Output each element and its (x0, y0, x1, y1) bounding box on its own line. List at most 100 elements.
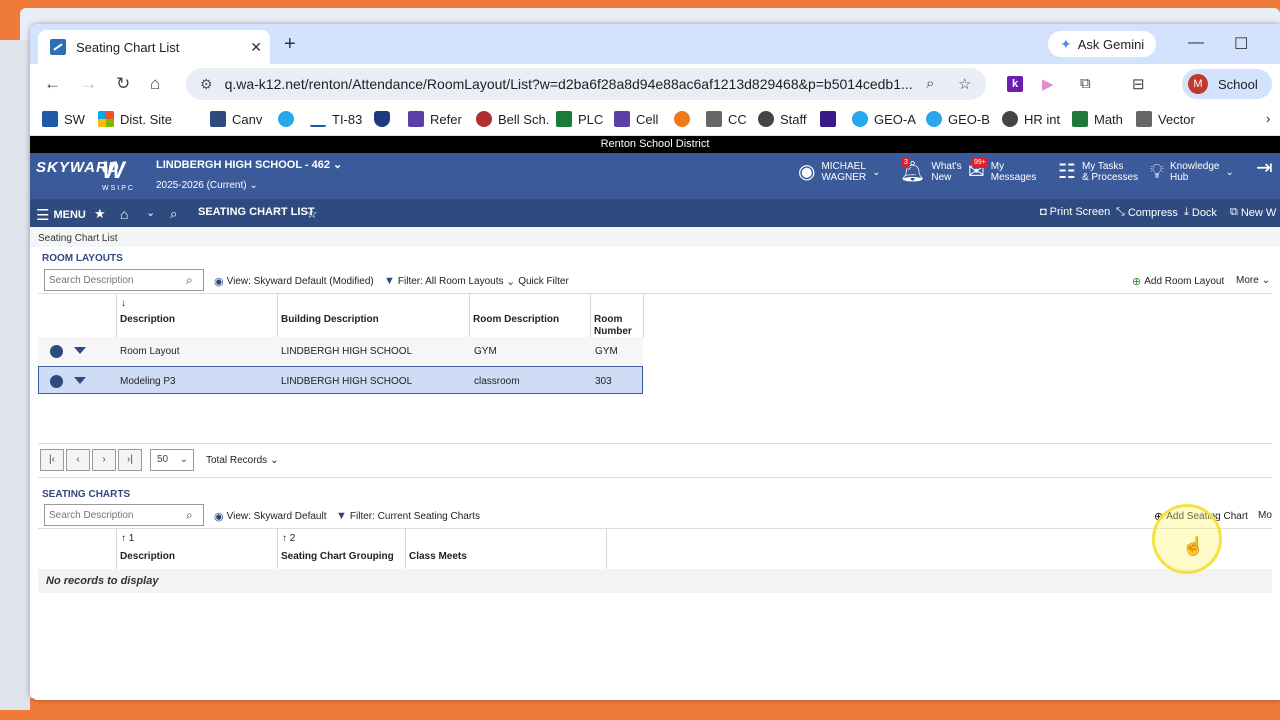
bookmark-vector[interactable]: Vector (1136, 111, 1195, 127)
room-layouts-search-input[interactable] (44, 269, 204, 291)
breadcrumb: Seating Chart List (30, 227, 1280, 247)
room-layouts-more-button[interactable]: More ⌄ (1236, 275, 1270, 286)
col-description[interactable]: Description (120, 551, 175, 563)
new-tab-plus-icon[interactable]: + (284, 33, 296, 56)
school-selector[interactable]: LINDBERGH HIGH SCHOOL - 462 ⌄ (156, 158, 342, 171)
bookmark-cc[interactable]: CC (706, 111, 747, 127)
minimize-icon[interactable]: — (1188, 34, 1204, 52)
chevron-down-icon[interactable]: ⌄ (146, 206, 155, 219)
bookmark-refer[interactable]: Refer (408, 111, 462, 127)
my-tasks-button[interactable]: ☷ My Tasks & Processes (1058, 161, 1138, 183)
sheets-icon (556, 111, 572, 127)
my-messages-button[interactable]: ✉ 99+ My Messages (968, 157, 1036, 183)
print-screen-button[interactable]: ◘ Print Screen (1040, 206, 1110, 218)
sidepanel-search-icon[interactable]: ⊟ (1132, 75, 1145, 93)
dock-button[interactable]: ⤓ Dock (1184, 206, 1217, 219)
bookmark-orange[interactable] (674, 111, 696, 127)
play-extension-icon[interactable]: ▶ (1042, 75, 1054, 93)
add-room-layout-button[interactable]: ⊕ Add Room Layout (1132, 275, 1224, 288)
zoom-search-icon[interactable]: ⌕ (926, 75, 934, 92)
reload-icon[interactable]: ↻ (116, 74, 130, 94)
back-arrow-icon[interactable]: ← (44, 74, 61, 94)
last-page-button[interactable]: ›| (118, 449, 142, 471)
bookmark-shield[interactable] (374, 111, 396, 127)
profile-button[interactable]: M School (1182, 69, 1272, 99)
seating-charts-more-button[interactable]: Mo (1258, 510, 1272, 521)
column-divider (116, 529, 117, 571)
col-building-description[interactable]: Building Description (281, 314, 379, 326)
compress-icon: ⤡ (1116, 206, 1125, 218)
skyward-nav-bar: ☰ MENU ★ ⌂ ⌄ ⌕ SEATING CHART LIST ☆ ◘ Prin… (30, 199, 1280, 227)
logout-icon[interactable]: ⇥ (1256, 158, 1273, 178)
home-icon[interactable]: ⌂ (150, 74, 160, 94)
bookmark-geo-a[interactable]: GEO-A (852, 111, 916, 127)
page-size-select[interactable]: 50 ⌄ (150, 449, 194, 471)
row-expand-icon[interactable] (74, 377, 86, 384)
year-selector[interactable]: 2025-2026 (Current) ⌄ (156, 180, 258, 191)
bookmark-math[interactable]: Math (1072, 111, 1123, 127)
whats-new-button[interactable]: 🔔︎ 3 What's New (900, 157, 962, 183)
bookmark-cell[interactable]: Cell (614, 111, 658, 127)
bookmark-cloud[interactable] (278, 111, 300, 127)
search-icon[interactable]: ⌕ (186, 273, 193, 288)
col-class-meets[interactable]: Class Meets (409, 551, 467, 563)
district-banner: Renton School District (30, 136, 1280, 153)
col-seating-chart-grouping[interactable]: Seating Chart Grouping (281, 551, 394, 563)
bookmark-sw[interactable]: SW (42, 111, 85, 127)
prev-page-button[interactable]: ‹ (66, 449, 90, 471)
user-menu[interactable]: ◉ MICHAEL WAGNER ⌄ (798, 161, 880, 183)
maximize-icon[interactable]: ☐ (1234, 34, 1248, 54)
next-page-button[interactable]: › (92, 449, 116, 471)
bookmark-plc[interactable]: PLC (556, 111, 603, 127)
close-tab-icon[interactable]: ✕ (250, 39, 262, 56)
bookmark-k[interactable] (820, 111, 842, 127)
sort-indicator-2: ↑ 2 (282, 533, 296, 544)
row-expand-icon[interactable] (74, 347, 86, 354)
col-room-number[interactable]: Room Number (594, 314, 632, 338)
seating-charts-search-input[interactable] (44, 504, 204, 526)
tab-bar: Seating Chart List ✕ + ✦ Ask Gemini — ☐ (30, 24, 1280, 64)
seating-charts-view-button[interactable]: ◉ View: Skyward Default (214, 510, 326, 523)
new-window-button[interactable]: ⧉ New W (1230, 206, 1276, 219)
quick-filter-button[interactable]: ⌄ Quick Filter (506, 275, 569, 288)
bookmark-geo-b[interactable]: GEO-B (926, 111, 990, 127)
bookmark-ti83[interactable]: TI-83 (310, 111, 362, 127)
favorite-page-star-icon[interactable]: ☆ (306, 206, 318, 222)
favorites-star-icon[interactable]: ★ (94, 206, 106, 222)
col-room-description[interactable]: Room Description (473, 314, 559, 326)
site-settings-icon[interactable]: ⚙ (200, 76, 213, 93)
sw-icon (42, 111, 58, 127)
tool-icon (706, 111, 722, 127)
compress-button[interactable]: ⤡ Compress (1116, 206, 1178, 219)
seating-charts-filter-button[interactable]: ▼ Filter: Current Seating Charts (336, 510, 480, 522)
knowledge-hub-button[interactable]: 💡︎ Knowledge Hub ⌄ (1150, 161, 1234, 183)
table-row-selected[interactable]: Modeling P3 LINDBERGH HIGH SCHOOL classr… (38, 366, 643, 394)
search-icon[interactable]: ⌕ (186, 508, 193, 523)
extensions-puzzle-icon[interactable]: ⧉ (1080, 75, 1091, 92)
row-action-icon[interactable] (50, 345, 63, 358)
room-layouts-filter-button[interactable]: ▼ Filter: All Room Layouts (384, 275, 504, 287)
col-description[interactable]: Description (120, 314, 175, 326)
total-records-button[interactable]: Total Records ⌄ (206, 455, 279, 466)
first-page-button[interactable]: |‹ (40, 449, 64, 471)
bookmark-bell-sch[interactable]: Bell Sch. (476, 111, 549, 127)
chart-line-icon (310, 111, 326, 127)
bookmark-staff[interactable]: Staff (758, 111, 807, 127)
bookmark-star-icon[interactable]: ☆ (958, 75, 971, 93)
row-action-icon[interactable] (50, 375, 63, 388)
bookmarks-overflow-icon[interactable]: › (1266, 111, 1270, 126)
table-row[interactable]: Room Layout LINDBERGH HIGH SCHOOL GYM GY… (38, 337, 643, 365)
forward-arrow-icon[interactable]: → (80, 74, 97, 94)
ask-gemini-button[interactable]: ✦ Ask Gemini (1048, 31, 1157, 57)
home-icon[interactable]: ⌂ (120, 206, 128, 222)
tab-seating-chart-list[interactable]: Seating Chart List ✕ (38, 30, 270, 64)
menu-button[interactable]: ☰ MENU (36, 206, 86, 224)
bookmark-hr-int[interactable]: HR int (1002, 111, 1060, 127)
search-icon[interactable]: ⌕ (170, 206, 177, 222)
chevron-down-icon: ⌄ (872, 166, 881, 178)
address-bar[interactable]: ⚙ q.wa-k12.net/renton/Attendance/RoomLay… (186, 68, 986, 100)
bookmark-dist-site[interactable]: Dist. Site (98, 111, 172, 127)
k-extension-icon[interactable]: k (1007, 76, 1023, 92)
room-layouts-view-button[interactable]: ◉ View: Skyward Default (Modified) (214, 275, 374, 288)
bookmark-canv[interactable]: Canv (210, 111, 262, 127)
